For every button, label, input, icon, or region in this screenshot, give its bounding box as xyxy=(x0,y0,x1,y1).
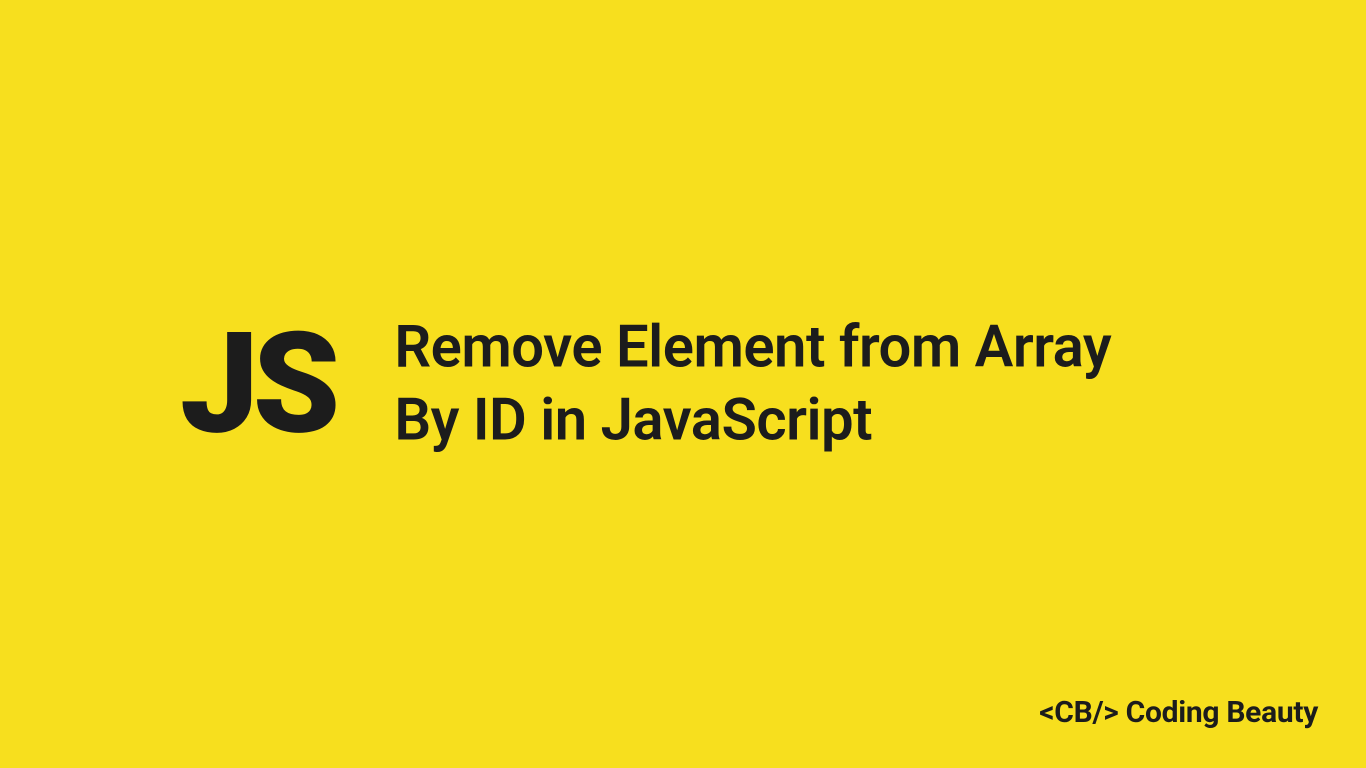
brand-label: <CB/> Coding Beauty xyxy=(1039,695,1318,730)
article-title: Remove Element from Array By ID in JavaS… xyxy=(394,312,1186,457)
hero-content: JS Remove Element from Array By ID in Ja… xyxy=(0,312,1366,457)
js-logo: JS xyxy=(180,314,334,454)
